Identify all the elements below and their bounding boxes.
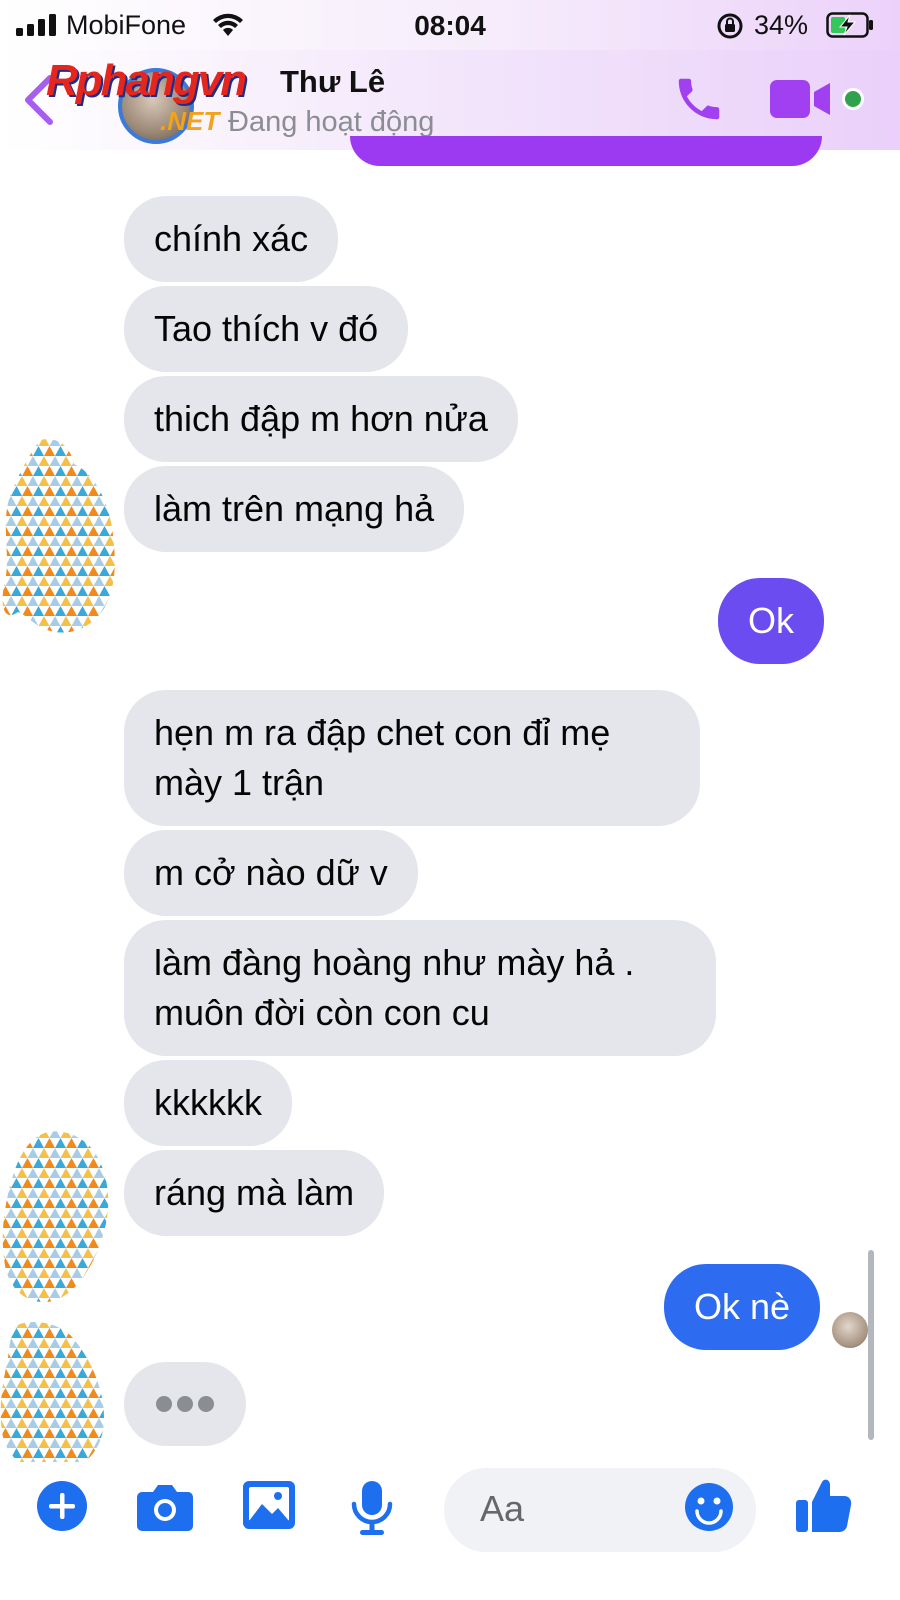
incoming-message[interactable]: m cở nào dữ v	[124, 830, 418, 916]
incoming-message[interactable]: ráng mà làm	[124, 1150, 385, 1236]
camera-icon[interactable]	[136, 1480, 194, 1532]
battery-percent: 34%	[754, 10, 809, 40]
online-status-dot	[842, 88, 864, 110]
seen-receipt-avatar	[830, 1310, 870, 1350]
outgoing-message[interactable]: Ok	[718, 578, 825, 664]
sender-avatar-pattern[interactable]	[0, 1318, 118, 1474]
microphone-icon[interactable]	[350, 1480, 394, 1536]
scrollbar[interactable]	[868, 1250, 874, 1440]
incoming-message[interactable]: chính xác	[124, 196, 339, 282]
outgoing-message[interactable]: Ok nè	[664, 1264, 821, 1350]
emoji-icon[interactable]	[684, 1482, 734, 1532]
image-icon[interactable]	[242, 1480, 296, 1530]
typing-indicator	[124, 1362, 246, 1446]
phone-call-icon[interactable]	[672, 72, 726, 126]
incoming-message[interactable]: Tao thích v đó	[124, 286, 409, 372]
watermark-logo-suffix: .NET	[160, 106, 220, 136]
video-call-icon[interactable]	[768, 78, 834, 120]
previous-message-bubble	[350, 136, 822, 166]
rotation-lock-icon	[717, 13, 743, 39]
incoming-message[interactable]: hẹn m ra đập chet con đỉ mẹ mày 1 trận	[124, 690, 700, 826]
status-bar: MobiFone 08:04 34%	[0, 0, 900, 50]
plus-icon[interactable]	[36, 1480, 88, 1532]
thumbs-up-icon[interactable]	[794, 1476, 852, 1534]
chat-header: Rphangvn .NET Thư Lê Đang hoạt động	[0, 50, 900, 150]
message-input-placeholder: Aa	[480, 1488, 525, 1529]
sender-avatar-pattern[interactable]	[0, 1128, 118, 1304]
incoming-message[interactable]: kkkkkk	[124, 1060, 292, 1146]
incoming-message[interactable]: làm trên mạng hả	[124, 466, 465, 552]
incoming-message[interactable]: thich đập m hơn nửa	[124, 376, 518, 462]
sender-avatar-pattern[interactable]	[0, 436, 118, 636]
contact-status: Đang hoạt động	[228, 106, 435, 138]
incoming-message[interactable]: làm đàng hoàng như mày hả . muôn đời còn…	[124, 920, 716, 1056]
contact-name[interactable]: Thư Lê	[280, 64, 385, 100]
battery-charging-icon	[826, 12, 873, 38]
message-composer: Aa	[0, 1462, 900, 1600]
watermark-logo: Rphangvn	[46, 56, 247, 105]
